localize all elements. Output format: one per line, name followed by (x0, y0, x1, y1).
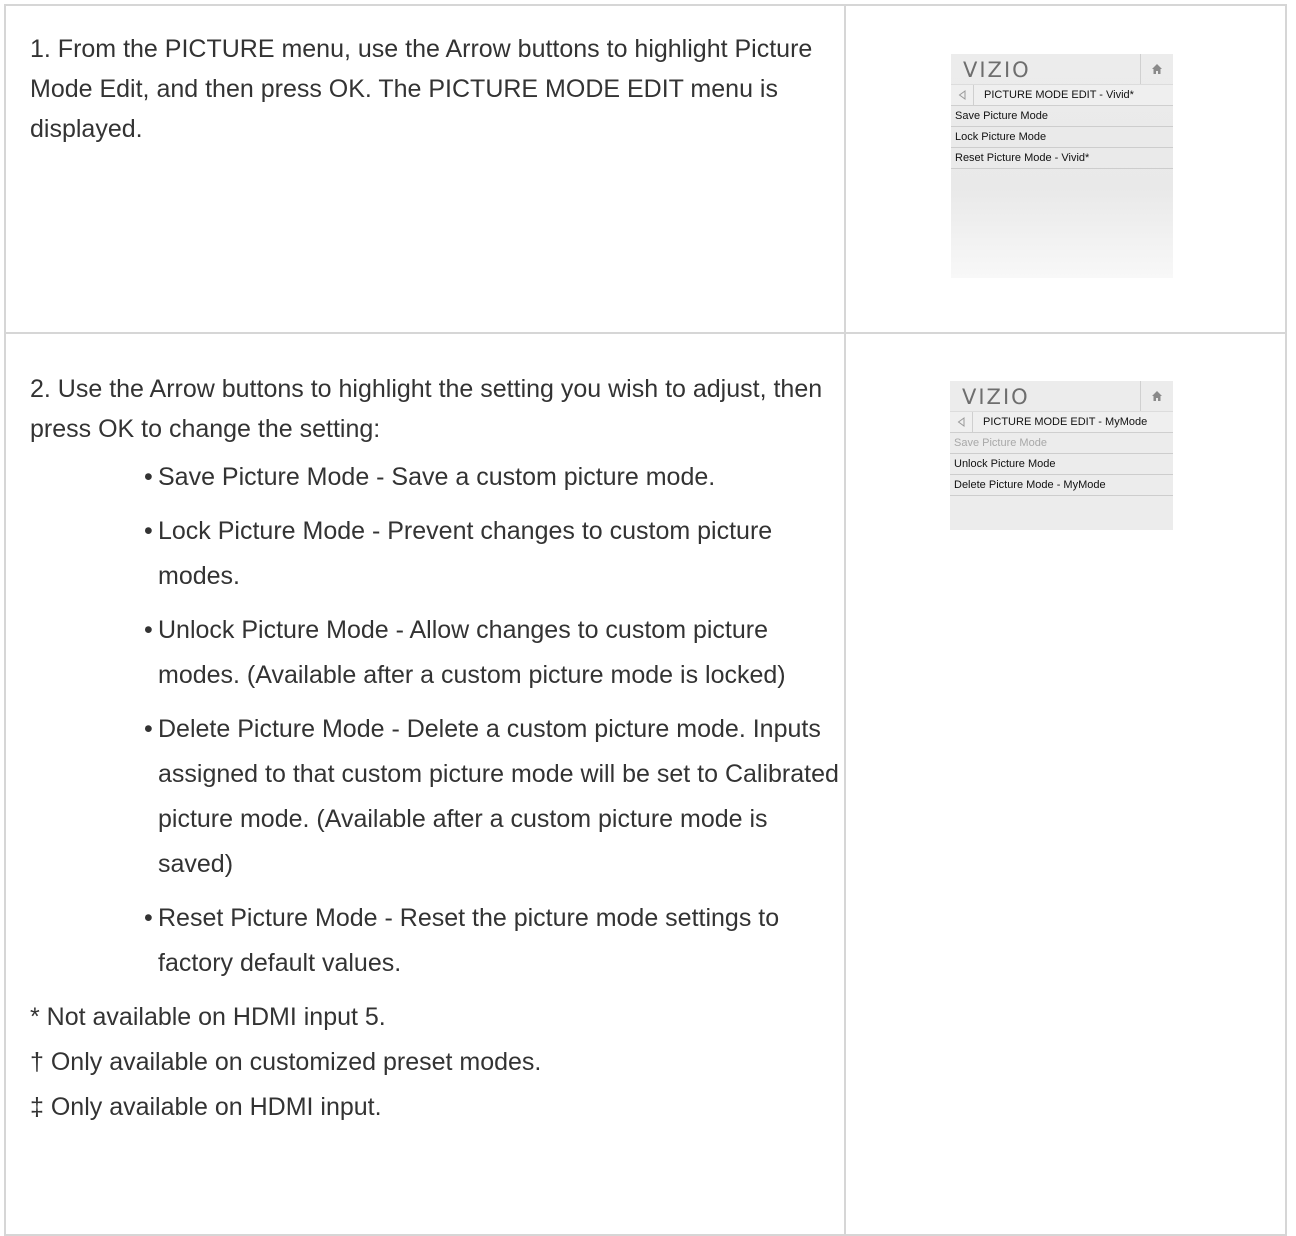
footnotes: * Not available on HDMI input 5. † Only … (30, 995, 844, 1130)
bullet-save-picture-mode: Save Picture Mode - Save a custom pictur… (158, 463, 716, 491)
list-item: Lock Picture Mode - Prevent changes to c… (134, 509, 844, 599)
instructions-table: 1. From the PICTURE menu, use the Arrow … (4, 4, 1287, 1236)
home-icon[interactable] (1140, 54, 1173, 84)
tv-menu-header: VIZIO (951, 54, 1173, 85)
home-icon[interactable] (1140, 381, 1173, 411)
footnote-double-dagger: ‡ Only available on HDMI input. (30, 1093, 382, 1121)
vizio-logo: VIZIO (962, 385, 1030, 409)
footnote-asterisk: * Not available on HDMI input 5. (30, 1003, 386, 1031)
step-row-1: 1. From the PICTURE menu, use the Arrow … (4, 4, 1287, 334)
bullet-reset-picture-mode: Reset Picture Mode - Reset the picture m… (158, 904, 780, 977)
step-1-image-cell: VIZIO PICTURE MODE EDIT - Vivid* Save Pi… (844, 4, 1287, 334)
step-1-text: 1. From the PICTURE menu, use the Arrow … (30, 35, 813, 143)
settings-list: Save Picture Mode - Save a custom pictur… (6, 455, 844, 986)
step-row-2: 2. Use the Arrow buttons to highlight th… (4, 332, 1287, 1236)
tv-menu-title-bar: PICTURE MODE EDIT - MyMode (950, 412, 1173, 433)
tv-menu-screenshot-1: VIZIO PICTURE MODE EDIT - Vivid* Save Pi… (951, 54, 1173, 278)
menu-item-delete-picture-mode[interactable]: Delete Picture Mode - MyMode (950, 475, 1173, 496)
list-item: Save Picture Mode - Save a custom pictur… (134, 455, 844, 500)
tv-menu-title: PICTURE MODE EDIT - Vivid* (984, 89, 1134, 101)
step-1-text-cell: 1. From the PICTURE menu, use the Arrow … (4, 4, 846, 334)
menu-item-save-picture-mode[interactable]: Save Picture Mode (951, 106, 1173, 127)
bullet-delete-picture-mode: Delete Picture Mode - Delete a custom pi… (158, 715, 839, 878)
menu-item-reset-picture-mode[interactable]: Reset Picture Mode - Vivid* (951, 148, 1173, 169)
tv-menu-screenshot-2: VIZIO PICTURE MODE EDIT - MyMode Save Pi… (950, 381, 1173, 530)
menu-item-unlock-picture-mode[interactable]: Unlock Picture Mode (950, 454, 1173, 475)
list-item: Reset Picture Mode - Reset the picture m… (134, 896, 844, 986)
menu-item-save-picture-mode: Save Picture Mode (950, 433, 1173, 454)
tv-menu-title-bar: PICTURE MODE EDIT - Vivid* (951, 85, 1173, 106)
footnote-dagger: † Only available on customized preset mo… (30, 1048, 542, 1076)
step-2-intro: 2. Use the Arrow buttons to highlight th… (30, 375, 823, 443)
back-arrow-icon[interactable] (951, 85, 974, 105)
step-2-text-cell: 2. Use the Arrow buttons to highlight th… (4, 332, 846, 1236)
vizio-logo: VIZIO (963, 58, 1031, 82)
bullet-unlock-picture-mode: Unlock Picture Mode - Allow changes to c… (158, 616, 786, 689)
menu-item-lock-picture-mode[interactable]: Lock Picture Mode (951, 127, 1173, 148)
back-arrow-icon[interactable] (950, 412, 973, 432)
tv-menu-header: VIZIO (950, 381, 1173, 412)
step-2-image-cell: VIZIO PICTURE MODE EDIT - MyMode Save Pi… (844, 332, 1287, 1236)
bullet-lock-picture-mode: Lock Picture Mode - Prevent changes to c… (158, 517, 773, 590)
list-item: Delete Picture Mode - Delete a custom pi… (134, 707, 844, 887)
list-item: Unlock Picture Mode - Allow changes to c… (134, 608, 844, 698)
tv-menu-title: PICTURE MODE EDIT - MyMode (983, 416, 1148, 428)
